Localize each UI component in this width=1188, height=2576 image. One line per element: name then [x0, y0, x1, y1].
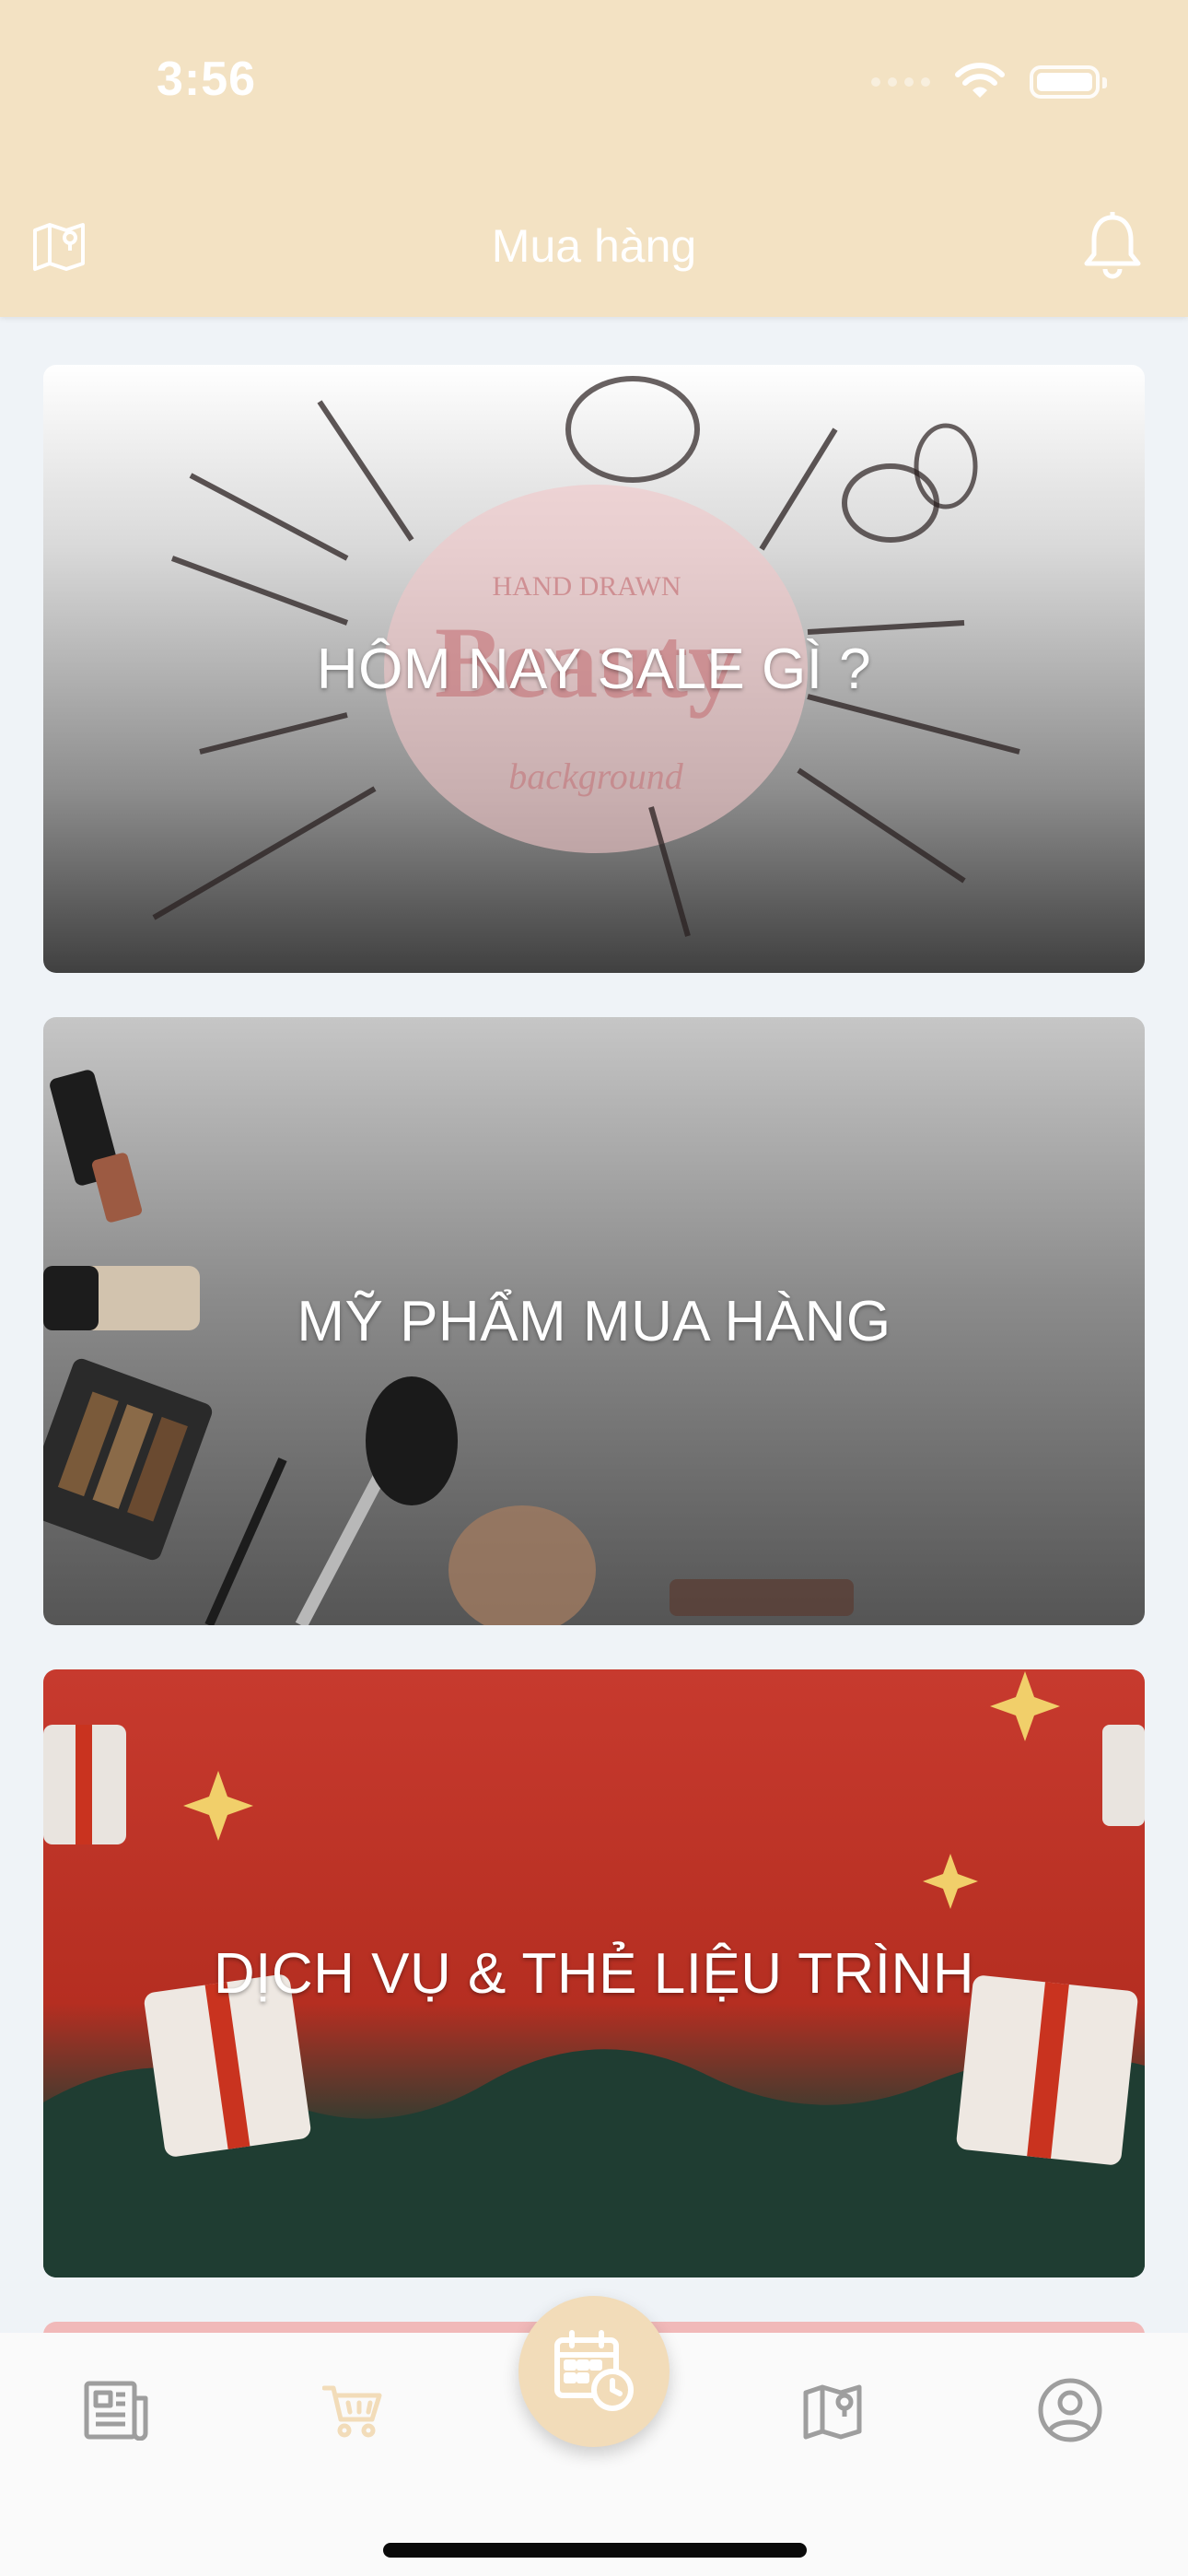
status-indicators	[871, 59, 1107, 105]
card-label: MỸ PHẨM MUA HÀNG	[297, 1289, 891, 1353]
battery-icon	[1030, 65, 1107, 99]
cart-icon	[322, 2385, 382, 2438]
map-icon	[803, 2384, 862, 2440]
user-circle-icon	[1038, 2378, 1102, 2442]
booking-button[interactable]	[518, 2296, 670, 2447]
tab-cart[interactable]	[316, 2373, 390, 2447]
category-card-services[interactable]: DỊCH VỤ & THẺ LIỆU TRÌNH	[43, 1669, 1145, 2277]
category-card-cosmetics[interactable]: MỸ PHẨM MUA HÀNG	[43, 1017, 1145, 1625]
card-label: DỊCH VỤ & THẺ LIỆU TRÌNH	[213, 1941, 975, 2006]
header: 3:56 Mua hàng	[0, 0, 1188, 317]
logo-text-bottom: background	[508, 755, 684, 797]
tab-news[interactable]	[79, 2373, 153, 2447]
tab-profile[interactable]	[1033, 2373, 1107, 2447]
tab-map[interactable]	[796, 2373, 869, 2447]
card-label: HÔM NAY SALE GÌ ?	[316, 637, 872, 701]
status-time: 3:56	[157, 53, 257, 106]
newspaper-icon	[84, 2381, 148, 2441]
logo-text-top: HAND DRAWN	[492, 571, 681, 602]
page-title: Mua hàng	[491, 220, 697, 272]
home-indicator	[383, 2543, 807, 2558]
bell-icon[interactable]	[1079, 210, 1146, 280]
cellular-signal-icon	[871, 77, 930, 87]
calendar-clock-icon	[554, 2330, 634, 2411]
wifi-icon	[955, 63, 1005, 98]
category-card-sale[interactable]: HAND DRAWN Beauty background HÔM NAY SAL…	[43, 365, 1145, 973]
screen: 3:56 Mua hàng HAND DRAWN Beauty backgrou…	[0, 0, 1188, 2576]
